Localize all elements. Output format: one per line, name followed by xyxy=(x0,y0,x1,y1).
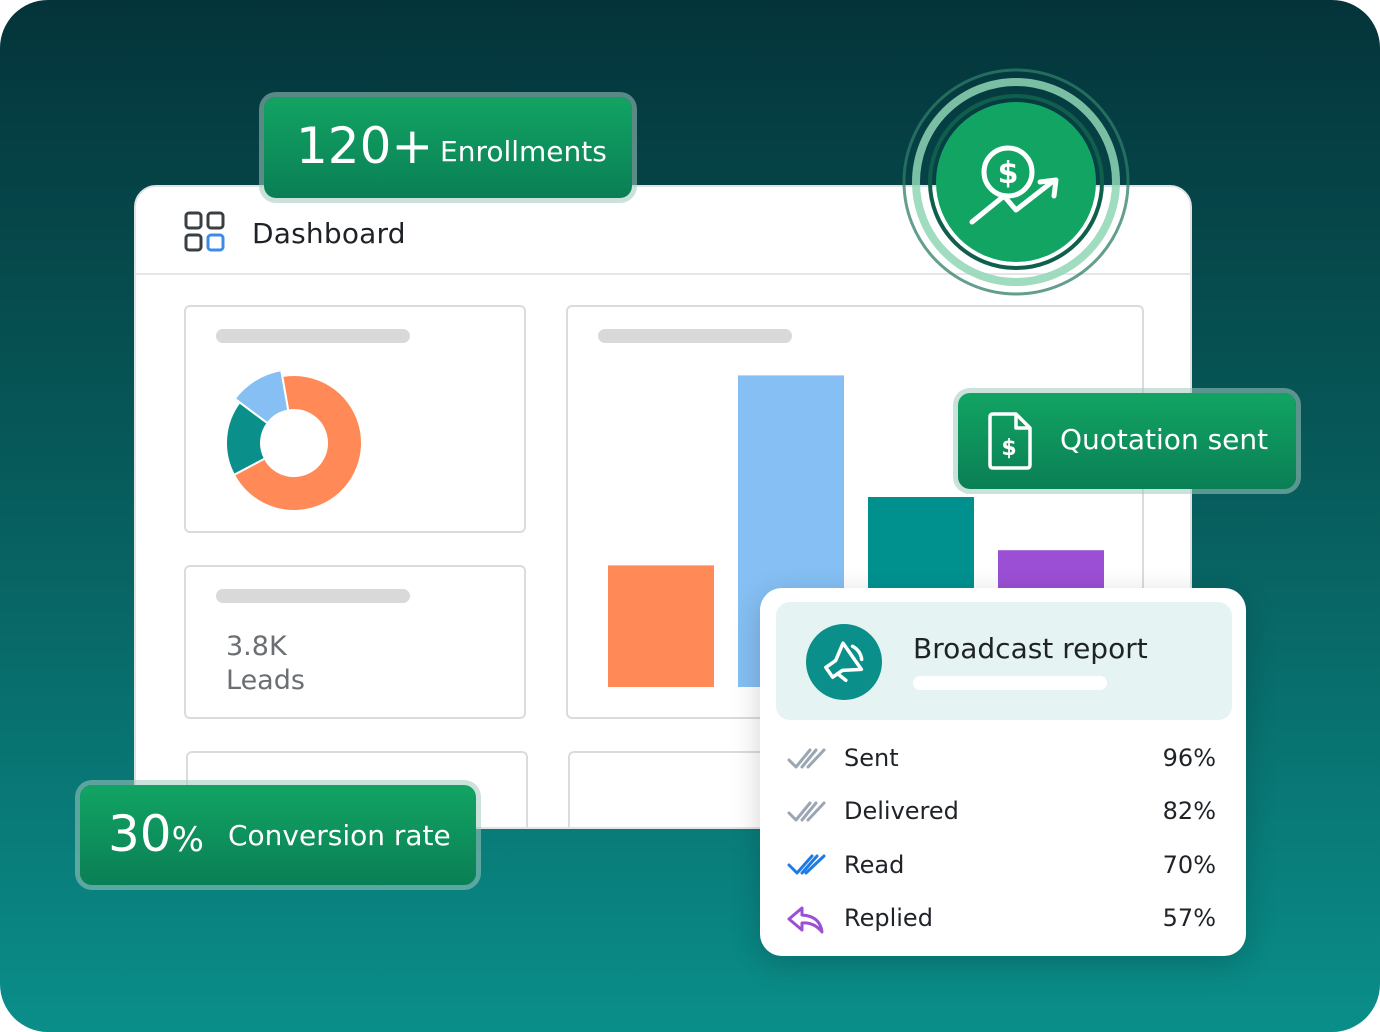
double-check-gray-icon xyxy=(787,748,826,769)
broadcast-row-replied: Replied 57% xyxy=(786,900,1216,940)
svg-text:$: $ xyxy=(1001,436,1016,461)
row-value: 70% xyxy=(1162,851,1216,879)
row-value: 96% xyxy=(1162,744,1216,772)
dashboard-title: Dashboard xyxy=(252,217,406,250)
double-check-gray-icon xyxy=(787,801,826,822)
conversion-unit: % xyxy=(171,820,204,860)
broadcast-title: Broadcast report xyxy=(913,632,1148,665)
donut-chart xyxy=(225,368,363,512)
quotation-label: Quotation sent xyxy=(1060,423,1269,456)
quotation-pill: $ Quotation sent xyxy=(958,393,1296,489)
broadcast-report-card: Broadcast report Sent 96% Delivered 82% xyxy=(760,588,1246,956)
row-label: Delivered xyxy=(844,797,959,825)
row-label: Replied xyxy=(844,904,933,932)
skeleton-bar xyxy=(216,589,410,603)
conversion-value: 30% xyxy=(108,805,204,863)
bar xyxy=(608,565,714,687)
conversion-label: Conversion rate xyxy=(228,819,451,852)
row-value: 82% xyxy=(1162,797,1216,825)
broadcast-row-read: Read 70% xyxy=(786,847,1216,887)
broadcast-skeleton-bar xyxy=(913,676,1107,690)
donut-card xyxy=(184,305,526,533)
revenue-badge: $ xyxy=(900,68,1132,300)
grid-apps-icon xyxy=(184,211,225,252)
broadcast-row-delivered: Delivered 82% xyxy=(786,793,1216,833)
skeleton-bar xyxy=(216,329,410,343)
row-value: 57% xyxy=(1162,904,1216,932)
svg-text:$: $ xyxy=(998,156,1019,191)
dollar-document-icon: $ xyxy=(988,412,1032,470)
reply-icon xyxy=(787,906,824,934)
leads-label: Leads xyxy=(226,665,305,696)
canvas: Dashboard 3.8K Leads 120+ Enrollments $ … xyxy=(0,0,1380,1032)
double-check-blue-icon xyxy=(787,854,826,875)
enrollments-value: 120+ xyxy=(296,117,434,175)
megaphone-icon xyxy=(806,624,882,700)
leads-card: 3.8K Leads xyxy=(184,565,526,719)
enrollments-pill: 120+ Enrollments xyxy=(264,97,632,198)
row-label: Read xyxy=(844,851,905,879)
dollar-growth-icon: $ xyxy=(902,68,1130,296)
enrollments-label: Enrollments xyxy=(440,135,607,168)
leads-value: 3.8K xyxy=(226,631,287,662)
conversion-number: 30 xyxy=(108,805,172,863)
row-label: Sent xyxy=(844,744,899,772)
broadcast-header: Broadcast report xyxy=(776,602,1232,720)
broadcast-row-sent: Sent 96% xyxy=(786,740,1216,780)
conversion-pill: 30% Conversion rate xyxy=(80,785,476,885)
